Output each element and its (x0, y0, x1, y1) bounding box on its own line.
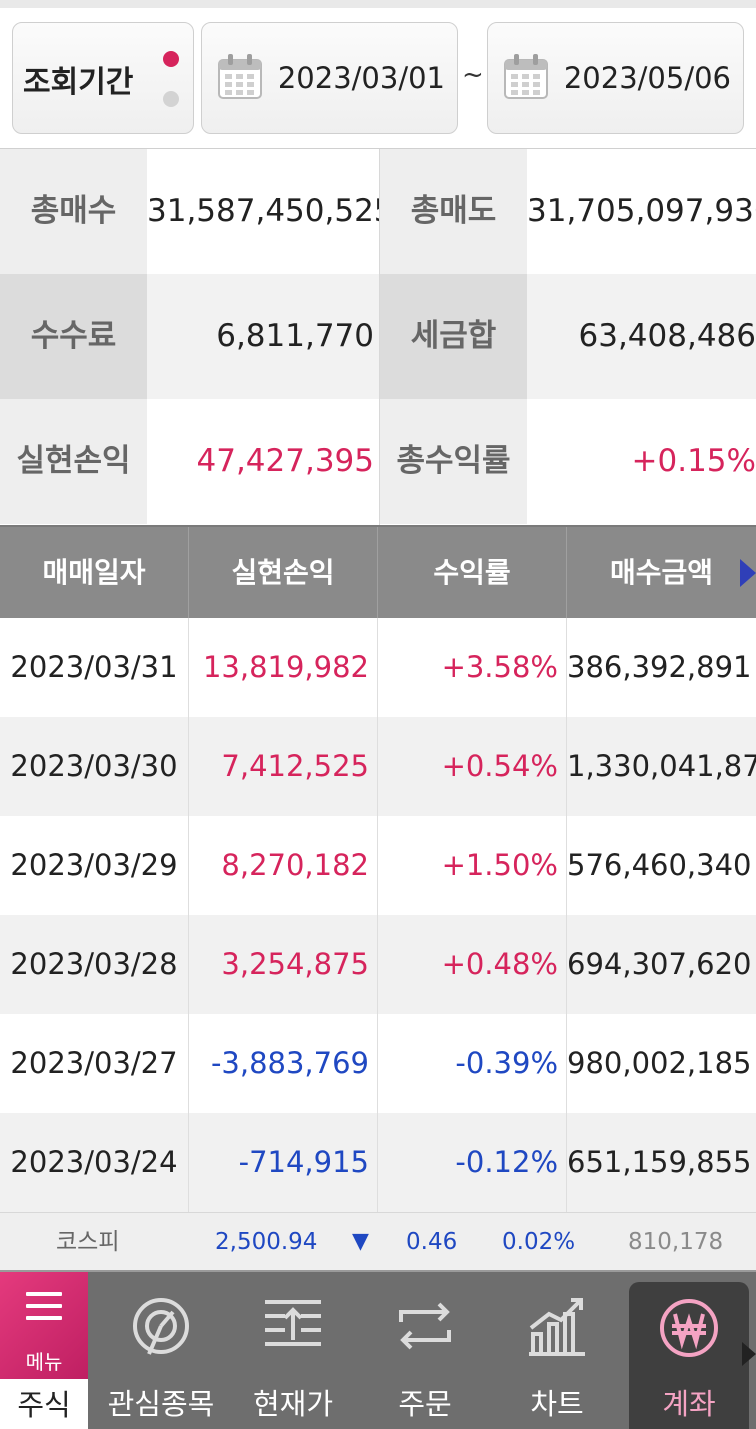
period-toggle-button[interactable]: 조회기간 (12, 22, 194, 134)
table-row[interactable]: 2023/03/24 -714,915 -0.12% 651,159,855 (0, 1113, 756, 1212)
trade-buy-amount: 576,460,340 (567, 848, 752, 882)
trade-date: 2023/03/24 (0, 1113, 189, 1212)
nav-chart-label: 차트 (530, 1387, 584, 1421)
trade-pnl: 13,819,982 (189, 618, 378, 717)
summary-row: 총매수 31,587,450,525 총매도 31,705,097,936 (0, 149, 756, 274)
trade-rate: +1.50% (378, 816, 567, 915)
total-buy-value: 31,587,450,525 (147, 149, 394, 274)
nav-account[interactable]: 계좌 (629, 1282, 749, 1429)
nav-menu-label: 메뉴 (25, 1350, 63, 1374)
ticker-index-name: 코스피 (56, 1229, 120, 1255)
nav-current-price[interactable]: 현재가 (232, 1272, 354, 1429)
calendar-icon (504, 54, 548, 99)
start-date-picker[interactable]: 2023/03/01 (201, 22, 458, 134)
table-row[interactable]: 2023/03/30 7,412,525 +0.54% 1,330,041,87… (0, 717, 756, 816)
trade-pnl: -714,915 (189, 1113, 378, 1212)
date-range-separator: ~ (462, 60, 484, 90)
fee-value: 6,811,770 (147, 274, 380, 399)
trade-rate: -0.12% (378, 1113, 567, 1212)
hamburger-menu-icon (26, 1292, 62, 1320)
table-row[interactable]: 2023/03/29 8,270,182 +1.50% 576,460,340 (0, 816, 756, 915)
trade-history-table: 2023/03/31 13,819,982 +3.58% 386,392,891… (0, 618, 756, 1212)
period-filter-bar: 조회기간 2023/03/01 ~ 2023/05/06 (0, 8, 756, 148)
table-row[interactable]: 2023/03/28 3,254,875 +0.48% 694,307,620 (0, 915, 756, 1014)
table-row[interactable]: 2023/03/27 -3,883,769 -0.39% 980,002,185 (0, 1014, 756, 1113)
summary-divider (379, 149, 380, 525)
total-sell-value: 31,705,097,936 (527, 149, 756, 274)
watchlist-icon (133, 1298, 189, 1355)
realized-pnl-label: 실현손익 (0, 399, 147, 524)
trade-pnl: 3,254,875 (189, 915, 378, 1014)
index-ticker[interactable]: 코스피 2,500.94 ▼ 0.46 0.02% 810,178 (0, 1212, 756, 1270)
chart-icon (529, 1298, 585, 1356)
column-header-pnl[interactable]: 실현손익 (189, 527, 378, 618)
trade-pnl: 7,412,525 (189, 717, 378, 816)
end-date-value: 2023/05/06 (563, 61, 731, 95)
table-header: 매매일자 실현손익 수익률 매수금액 (0, 525, 756, 618)
tax-value: 63,408,486 (527, 274, 756, 399)
ticker-change: 0.46 (406, 1229, 458, 1255)
period-indicator-active (163, 51, 179, 67)
column-header-rate[interactable]: 수익률 (378, 527, 567, 618)
trade-pnl: -3,883,769 (189, 1014, 378, 1113)
trade-date: 2023/03/28 (0, 915, 189, 1014)
start-date-value: 2023/03/01 (277, 61, 445, 95)
trade-buy-amount: 386,392,891 (567, 650, 752, 684)
summary-row: 실현손익 47,427,395 총수익률 +0.15% (0, 399, 756, 524)
trade-date: 2023/03/27 (0, 1014, 189, 1113)
trade-date: 2023/03/29 (0, 816, 189, 915)
down-triangle-icon: ▼ (352, 1229, 369, 1254)
quote-icon (265, 1300, 321, 1346)
ticker-volume: 810,178 (628, 1229, 724, 1255)
period-indicator-inactive (163, 91, 179, 107)
calendar-icon (218, 54, 262, 99)
trade-rate: +0.48% (378, 915, 567, 1014)
table-row[interactable]: 2023/03/31 13,819,982 +3.58% 386,392,891 (0, 618, 756, 717)
scroll-right-arrow-icon[interactable] (740, 559, 756, 587)
summary-row: 수수료 6,811,770 세금합 63,408,486 (0, 274, 756, 399)
total-sell-label: 총매도 (380, 149, 527, 274)
won-icon (660, 1299, 718, 1357)
trade-buy-amount: 651,159,855 (567, 1145, 752, 1179)
total-return-label: 총수익률 (380, 399, 527, 524)
summary-panel: 총매수 31,587,450,525 총매도 31,705,097,936 수수… (0, 148, 756, 525)
trade-date: 2023/03/31 (0, 618, 189, 717)
trade-pnl: 8,270,182 (189, 816, 378, 915)
nav-order-label: 주문 (398, 1387, 452, 1421)
nav-stock-label: 주식 (0, 1379, 88, 1429)
total-buy-label: 총매수 (0, 149, 147, 274)
end-date-picker[interactable]: 2023/05/06 (487, 22, 744, 134)
nav-account-label: 계좌 (662, 1387, 716, 1421)
trade-date: 2023/03/30 (0, 717, 189, 816)
order-icon (399, 1302, 451, 1350)
period-label: 조회기간 (23, 65, 134, 100)
trade-buy-amount: 1,330,041,875 (567, 749, 756, 783)
ticker-price: 2,500.94 (215, 1229, 318, 1255)
realized-pnl-value: 47,427,395 (147, 399, 380, 524)
nav-menu-stock[interactable]: 메뉴 주식 (0, 1272, 88, 1429)
ticker-rate: 0.02% (502, 1229, 576, 1255)
nav-chart[interactable]: 차트 (496, 1272, 618, 1429)
top-strip (0, 0, 756, 8)
nav-more-arrow-icon[interactable] (742, 1342, 756, 1366)
trade-buy-amount: 980,002,185 (567, 1046, 752, 1080)
nav-watchlist[interactable]: 관심종목 (100, 1272, 222, 1429)
nav-watchlist-label: 관심종목 (107, 1387, 215, 1421)
bottom-navigation: 메뉴 주식 관심종목 현재가 주문 차트 계좌 (0, 1270, 756, 1429)
tax-label: 세금합 (380, 274, 527, 399)
total-return-value: +0.15% (527, 399, 756, 524)
nav-order[interactable]: 주문 (364, 1272, 486, 1429)
trade-rate: +3.58% (378, 618, 567, 717)
column-header-buy-amount[interactable]: 매수금액 (567, 527, 756, 618)
trade-buy-amount: 694,307,620 (567, 947, 752, 981)
trade-rate: -0.39% (378, 1014, 567, 1113)
nav-current-price-label: 현재가 (252, 1387, 334, 1421)
column-header-date[interactable]: 매매일자 (0, 527, 189, 618)
fee-label: 수수료 (0, 274, 147, 399)
trade-rate: +0.54% (378, 717, 567, 816)
